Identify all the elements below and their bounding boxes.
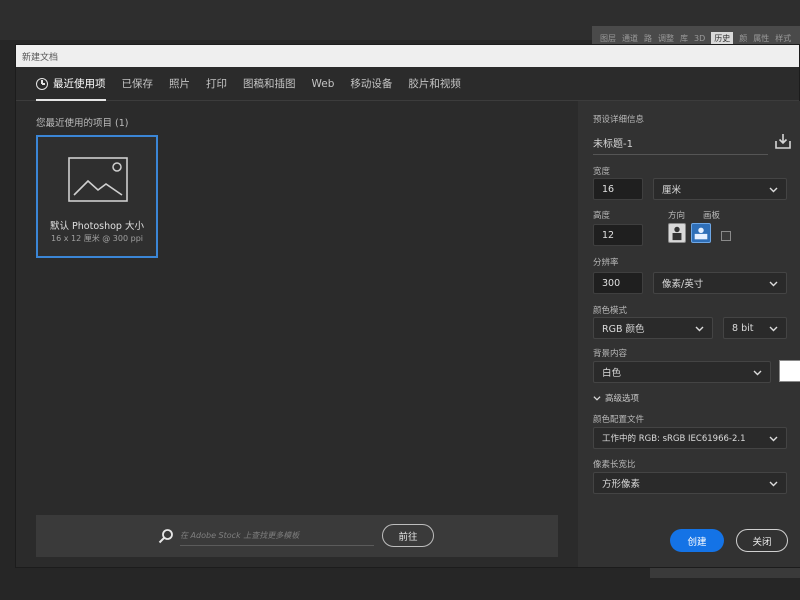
ws-tab[interactable]: 调整: [658, 33, 674, 44]
preset-card-default[interactable]: 默认 Photoshop 大小 16 x 12 厘米 @ 300 ppi: [36, 135, 158, 258]
dialog-titlebar: 新建文档: [16, 45, 799, 67]
tab-web[interactable]: Web: [312, 67, 335, 101]
chevron-down-icon: [593, 396, 601, 401]
tab-label: 最近使用项: [53, 78, 106, 90]
tab-label: Web: [311, 77, 335, 90]
pixel-aspect-value: 方形像素: [602, 479, 641, 490]
recent-presets-panel: 您最近使用的项目 (1) 默认 Photoshop 大小 16 x 12 厘米 …: [16, 101, 578, 567]
chevron-down-icon: [769, 281, 778, 287]
width-label: 宽度: [593, 167, 611, 177]
pixel-aspect-select[interactable]: 方形像素: [593, 472, 787, 494]
preset-size: 16 x 12 厘米 @ 300 ppi: [51, 234, 143, 243]
height-value: 12: [602, 229, 615, 241]
search-icon: [158, 529, 173, 544]
color-profile-value: 工作中的 RGB: sRGB IEC61966-2.1: [602, 434, 746, 444]
ws-tab[interactable]: 3D: [694, 34, 705, 43]
close-button[interactable]: 关闭: [736, 529, 788, 552]
create-button[interactable]: 创建: [670, 529, 724, 552]
ws-tab[interactable]: 通道: [622, 33, 638, 44]
pixel-aspect-label: 像素长宽比: [593, 460, 636, 470]
artboard-label: 画板: [703, 211, 721, 221]
preset-name: 默认 Photoshop 大小: [50, 221, 144, 232]
image-placeholder-icon: [68, 157, 128, 202]
ws-tab[interactable]: 图层: [600, 33, 616, 44]
landscape-icon: [694, 227, 708, 240]
portrait-orientation-button[interactable]: [668, 223, 686, 243]
advanced-label: 高级选项: [605, 394, 640, 404]
tab-label: 打印: [206, 78, 227, 90]
height-input[interactable]: 12: [593, 224, 643, 246]
tab-print[interactable]: 打印: [206, 67, 227, 101]
resolution-unit: 像素/英寸: [662, 279, 704, 290]
tab-art-illustration[interactable]: 图稿和插图: [243, 67, 296, 101]
tab-photo[interactable]: 照片: [169, 67, 190, 101]
ws-tab[interactable]: 样式: [775, 33, 791, 44]
artboard-checkbox[interactable]: [721, 231, 731, 241]
document-name-field[interactable]: 未标题-1: [593, 131, 768, 155]
ws-tab[interactable]: 颜: [739, 33, 747, 44]
resolution-value: 300: [602, 277, 621, 289]
background-value: 白色: [602, 368, 622, 379]
color-profile-label: 颜色配置文件: [593, 415, 645, 425]
resolution-input[interactable]: 300: [593, 272, 643, 294]
tab-label: 照片: [169, 78, 190, 90]
bit-depth: 8 bit: [732, 322, 754, 334]
background-select[interactable]: 白色: [593, 361, 771, 383]
dialog-title: 新建文档: [22, 52, 59, 63]
width-unit: 厘米: [662, 185, 682, 196]
advanced-options-toggle[interactable]: 高级选项: [593, 392, 639, 404]
color-mode-label: 颜色模式: [593, 306, 628, 316]
resolution-label: 分辨率: [593, 258, 619, 268]
tab-label: 图稿和插图: [243, 78, 296, 90]
width-input[interactable]: 16: [593, 178, 643, 200]
chevron-down-icon: [769, 187, 778, 193]
height-label: 高度: [593, 211, 611, 221]
portrait-icon: [672, 226, 682, 241]
chevron-down-icon: [769, 436, 778, 442]
color-mode: RGB 颜色: [602, 324, 645, 335]
tab-label: 已保存: [121, 78, 154, 90]
tab-recent[interactable]: 最近使用项: [36, 67, 106, 101]
tab-film-video[interactable]: 胶片和视频: [408, 67, 461, 101]
bit-depth-select[interactable]: 8 bit: [723, 317, 787, 339]
tab-saved[interactable]: 已保存: [122, 67, 154, 101]
background-color-swatch[interactable]: [779, 360, 800, 382]
width-unit-select[interactable]: 厘米: [653, 178, 787, 200]
tab-label: 胶片和视频: [408, 78, 461, 90]
resolution-unit-select[interactable]: 像素/英寸: [653, 272, 787, 294]
background-label: 背景内容: [593, 349, 628, 359]
chevron-down-icon: [769, 481, 778, 487]
width-value: 16: [602, 183, 615, 195]
chevron-down-icon: [753, 370, 762, 376]
preset-details-panel: 预设详细信息 未标题-1 宽度 16 厘米 高度 方向 画板 12 分辨率 30…: [578, 101, 800, 567]
chevron-down-icon: [695, 326, 704, 332]
landscape-orientation-button[interactable]: [691, 223, 711, 243]
go-button[interactable]: 前往: [382, 524, 434, 547]
ws-tab[interactable]: 路: [644, 33, 652, 44]
tab-mobile[interactable]: 移动设备: [350, 67, 392, 101]
details-header: 预设详细信息: [593, 115, 645, 125]
new-document-dialog: 新建文档 最近使用项 已保存 照片 打印 图稿和插图 Web 移动设备 胶片和视…: [15, 44, 800, 568]
adobe-stock-search-bar: 前往: [36, 515, 558, 557]
recent-heading: 您最近使用的项目 (1): [36, 118, 129, 129]
orientation-label: 方向: [668, 211, 686, 221]
tab-label: 移动设备: [350, 78, 393, 90]
ws-tab-active[interactable]: 历史: [711, 31, 734, 45]
stock-search-input[interactable]: [180, 526, 374, 546]
save-preset-icon[interactable]: [774, 132, 792, 150]
ws-tab[interactable]: 属性: [753, 33, 769, 44]
color-mode-select[interactable]: RGB 颜色: [593, 317, 713, 339]
color-profile-select[interactable]: 工作中的 RGB: sRGB IEC61966-2.1: [593, 427, 787, 449]
ws-tab[interactable]: 库: [680, 33, 688, 44]
preset-category-tabs: 最近使用项 已保存 照片 打印 图稿和插图 Web 移动设备 胶片和视频: [16, 67, 799, 101]
chevron-down-icon: [769, 326, 778, 332]
document-name: 未标题-1: [593, 139, 633, 150]
clock-icon: [36, 77, 48, 90]
